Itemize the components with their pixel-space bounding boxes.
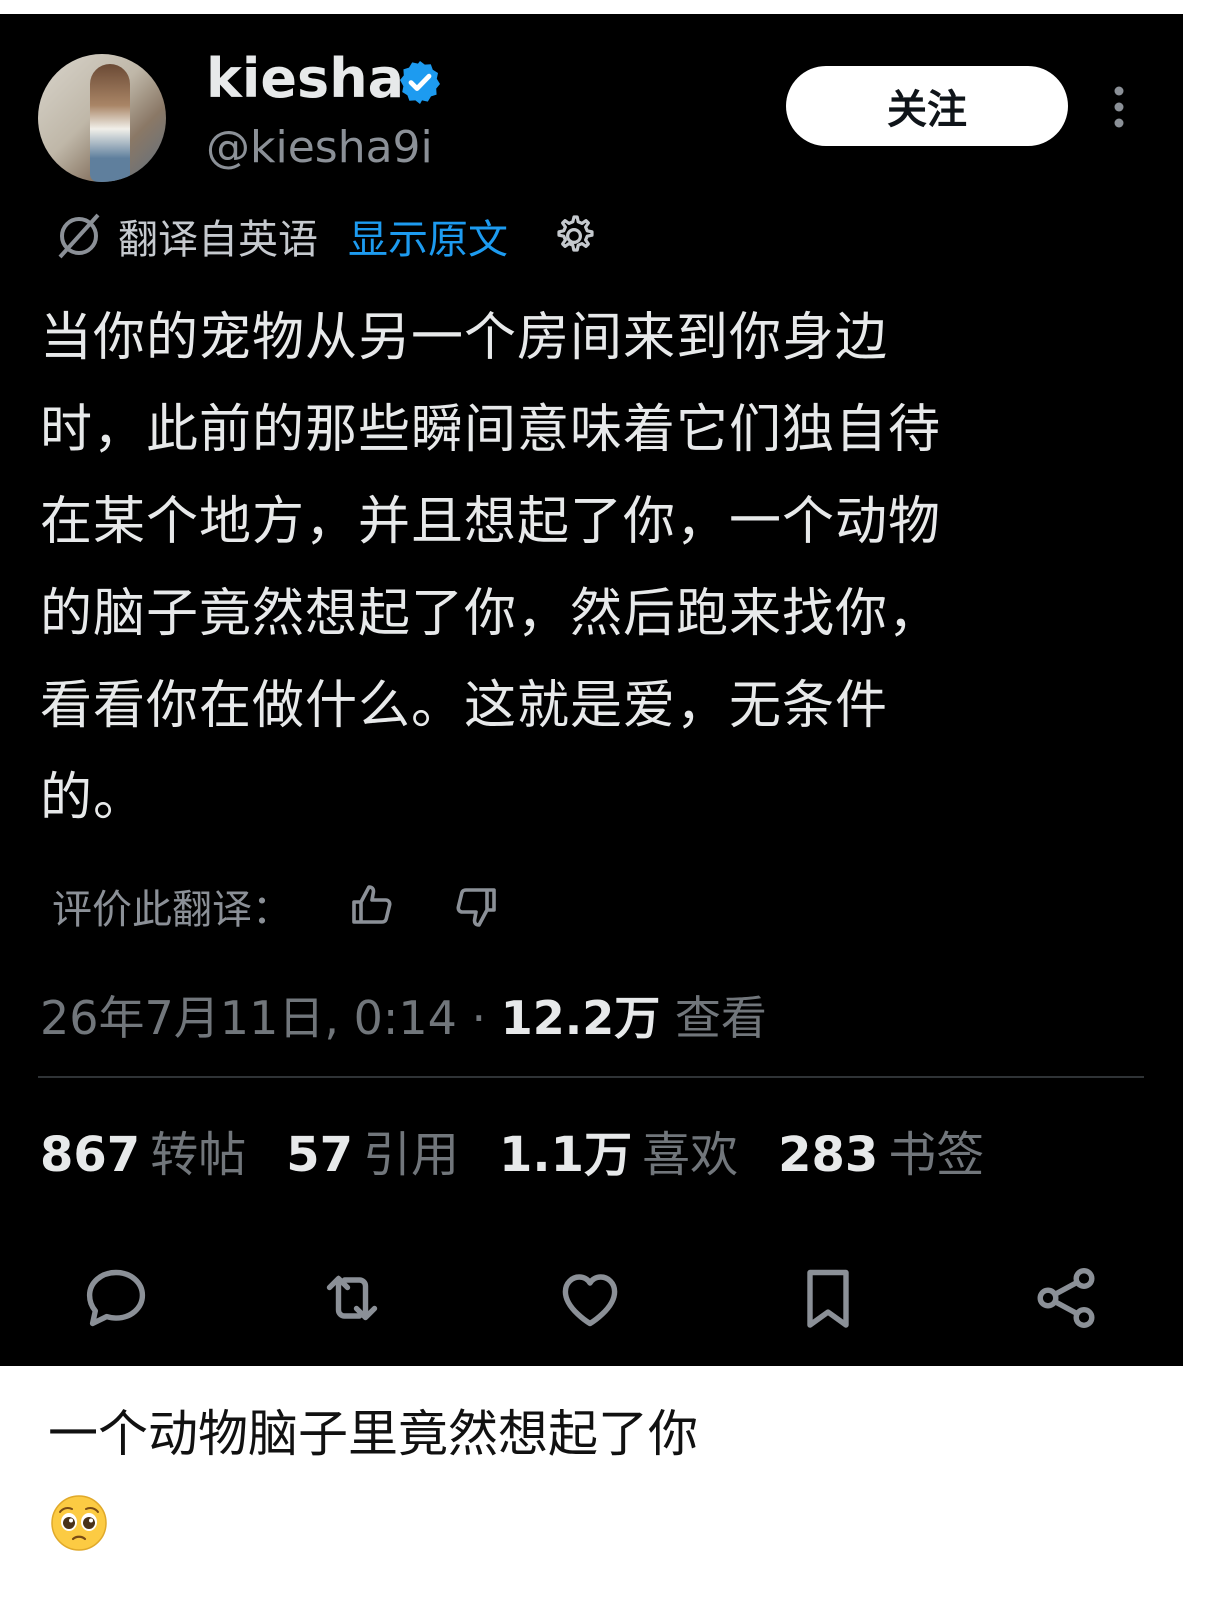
more-icon[interactable] [1104,84,1134,130]
divider [38,1076,1144,1078]
quotes-label[interactable]: 引用 [363,1127,459,1183]
translate-icon [58,213,100,259]
repost-icon[interactable] [316,1262,388,1334]
quotes-count[interactable]: 57 [286,1127,353,1183]
thumbs-down-icon[interactable] [452,882,500,930]
translation-label: 翻译自英语 [118,217,318,263]
views-label: 查看 [660,991,767,1045]
timestamp: 26年7月11日, 0:14 · [40,991,501,1045]
avatar[interactable] [38,54,166,182]
engagement-stats: 867 转帖 57 引用 1.1万 喜欢 283 书签 [40,1120,1024,1190]
thumbs-up-icon[interactable] [348,882,396,930]
follow-button[interactable]: 关注 [786,66,1068,146]
reposts-count[interactable]: 867 [40,1127,140,1183]
rate-translation: 评价此翻译： [52,874,500,938]
post-meta: 26年7月11日, 0:14 · 12.2万 查看 [40,986,767,1050]
bookmarks-count[interactable]: 283 [778,1127,878,1183]
bookmarks-label[interactable]: 书签 [888,1127,984,1183]
handle[interactable]: @kiesha9i [206,118,433,178]
gear-icon[interactable] [550,212,598,260]
verified-badge-icon [400,61,440,104]
bookmark-icon[interactable] [792,1262,864,1334]
post-text: 当你的宠物从另一个房间来到你身边 时，此前的那些瞬间意味着它们独自待 在某个地方… [40,308,942,828]
rate-translation-label: 评价此翻译： [52,887,292,933]
reply-icon[interactable] [80,1262,152,1334]
likes-label[interactable]: 喜欢 [642,1127,738,1183]
tweet-screenshot: kiesha @kiesha9i 关注 翻译自英语 显示原文 当你的宠物从另一个… [0,14,1183,1366]
reposts-label[interactable]: 转帖 [150,1127,246,1183]
display-name[interactable]: kiesha [206,44,404,114]
views-count: 12.2万 [500,991,661,1045]
like-icon[interactable] [554,1262,626,1334]
likes-count[interactable]: 1.1万 [499,1127,632,1183]
show-original-link[interactable]: 显示原文 [348,207,508,265]
share-icon[interactable] [1030,1262,1102,1334]
translation-bar: 翻译自英语 显示原文 [52,204,598,268]
caption-text: 一个动物脑子里竟然想起了你 [48,1405,698,1463]
action-bar [80,1262,1120,1334]
pleading-face-emoji [51,1495,107,1551]
